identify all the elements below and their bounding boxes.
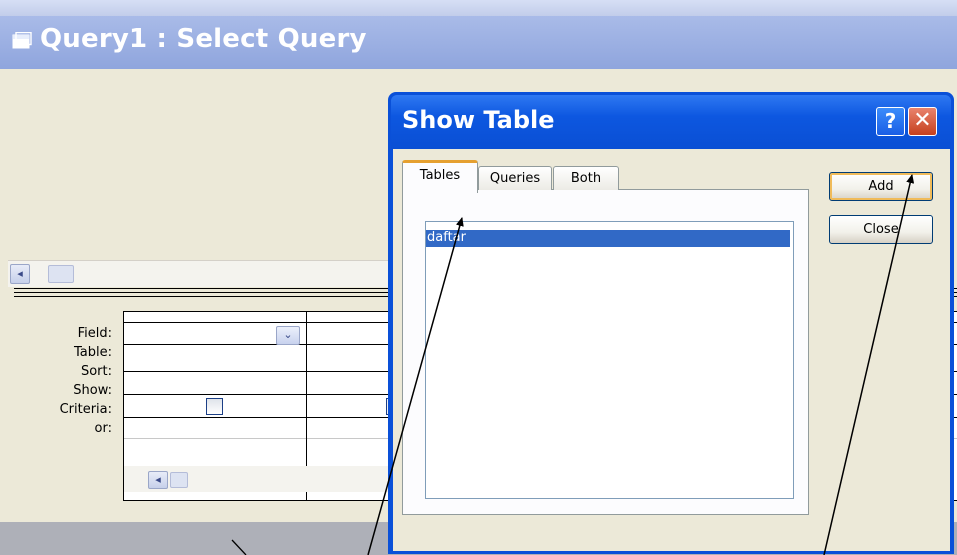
arrow-to-add-button bbox=[823, 174, 915, 555]
arrow-to-list bbox=[367, 217, 464, 555]
annotation-arrows bbox=[231, 174, 915, 555]
arrow-tail bbox=[231, 539, 247, 555]
